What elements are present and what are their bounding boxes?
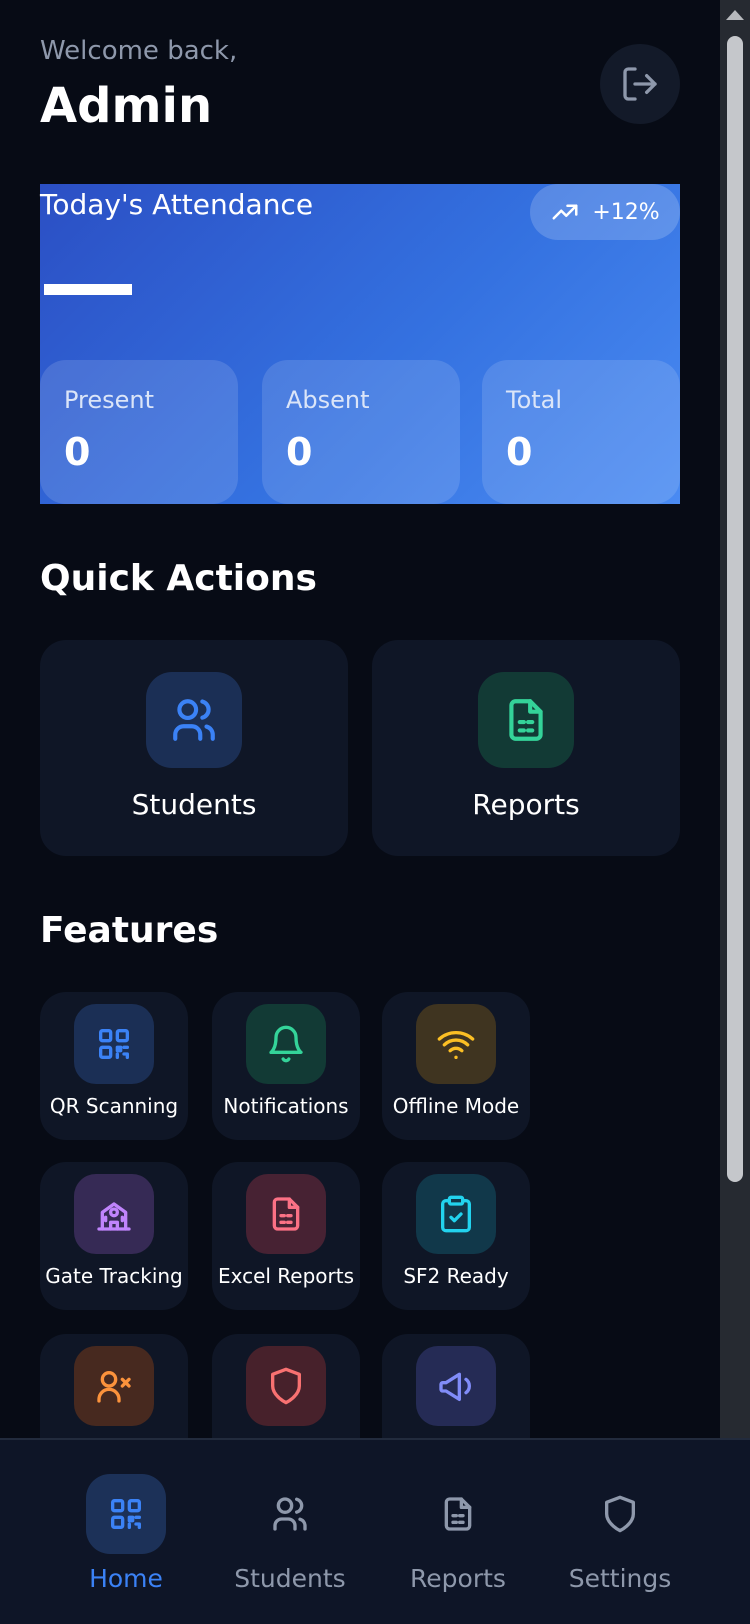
attendance-card: Today's Attendance +12% Present 0 Absent…: [40, 184, 680, 504]
nav-label: Students: [234, 1564, 346, 1593]
quick-actions-title: Quick Actions: [40, 558, 317, 599]
nav-label: Reports: [410, 1564, 506, 1593]
quick-action-students[interactable]: Students: [40, 640, 348, 856]
logout-button[interactable]: [600, 44, 680, 124]
quick-action-label: Reports: [472, 788, 580, 821]
trend-badge: +12%: [530, 184, 680, 240]
stat-value: 0: [506, 430, 533, 474]
qr-code-icon: [74, 1004, 154, 1084]
nav-reports[interactable]: Reports: [398, 1440, 518, 1624]
feature-label: Notifications: [223, 1094, 349, 1118]
logout-icon: [623, 67, 657, 101]
stat-label: Present: [64, 386, 155, 414]
user-x-icon: [74, 1346, 154, 1426]
shield-icon: [580, 1474, 660, 1554]
stat-absent: Absent 0: [262, 360, 460, 504]
stat-label: Absent: [286, 386, 370, 414]
feature-label: SF2 Ready: [403, 1264, 509, 1288]
attendance-placeholder-bar: [44, 284, 132, 295]
wifi-icon: [416, 1004, 496, 1084]
clipboard-check-icon: [416, 1174, 496, 1254]
stat-value: 0: [64, 430, 91, 474]
feature-sf2-ready[interactable]: SF2 Ready: [382, 1162, 530, 1310]
spreadsheet-icon: [246, 1174, 326, 1254]
feature-offline-mode[interactable]: Offline Mode: [382, 992, 530, 1140]
feature-label: Gate Tracking: [45, 1264, 183, 1288]
quick-action-label: Students: [131, 788, 257, 821]
nav-home[interactable]: Home: [74, 1440, 178, 1624]
scroll-thumb[interactable]: [727, 36, 743, 1182]
trend-value: +12%: [592, 199, 660, 225]
stat-present: Present 0: [40, 360, 238, 504]
scrollbar[interactable]: [720, 0, 750, 1438]
feature-security[interactable]: [212, 1334, 360, 1438]
feature-label: Offline Mode: [392, 1094, 520, 1118]
feature-absence-alerts[interactable]: [40, 1334, 188, 1438]
file-report-icon: [418, 1474, 498, 1554]
megaphone-icon: [416, 1346, 496, 1426]
shield-icon: [246, 1346, 326, 1426]
user-name: Admin: [40, 78, 213, 134]
stat-value: 0: [286, 430, 313, 474]
features-title: Features: [40, 910, 219, 951]
nav-settings[interactable]: Settings: [560, 1440, 680, 1624]
attendance-title: Today's Attendance: [40, 188, 314, 221]
quick-action-reports[interactable]: Reports: [372, 640, 680, 856]
stat-label: Total: [506, 386, 563, 414]
stat-total: Total 0: [482, 360, 680, 504]
scroll-up-arrow[interactable]: [726, 10, 744, 20]
feature-excel-reports[interactable]: Excel Reports: [212, 1162, 360, 1310]
feature-gate-tracking[interactable]: Gate Tracking: [40, 1162, 188, 1310]
nav-label: Home: [89, 1564, 163, 1593]
welcome-text: Welcome back,: [40, 36, 238, 66]
bell-icon: [246, 1004, 326, 1084]
trending-up-icon: [552, 204, 578, 220]
feature-notifications[interactable]: Notifications: [212, 992, 360, 1140]
bottom-navigation: Home Students Reports Settings: [0, 1438, 750, 1624]
qr-code-icon: [86, 1474, 166, 1554]
school-building-icon: [74, 1174, 154, 1254]
file-report-icon: [478, 672, 574, 768]
feature-label: QR Scanning: [49, 1094, 179, 1118]
users-icon: [146, 672, 242, 768]
feature-qr-scanning[interactable]: QR Scanning: [40, 992, 188, 1140]
nav-label: Settings: [568, 1564, 672, 1593]
nav-students[interactable]: Students: [230, 1440, 350, 1624]
home-screen: Welcome back, Admin Today's Attendance +…: [0, 0, 720, 1438]
feature-announcements[interactable]: [382, 1334, 530, 1438]
users-icon: [250, 1474, 330, 1554]
feature-label: Excel Reports: [217, 1264, 355, 1288]
